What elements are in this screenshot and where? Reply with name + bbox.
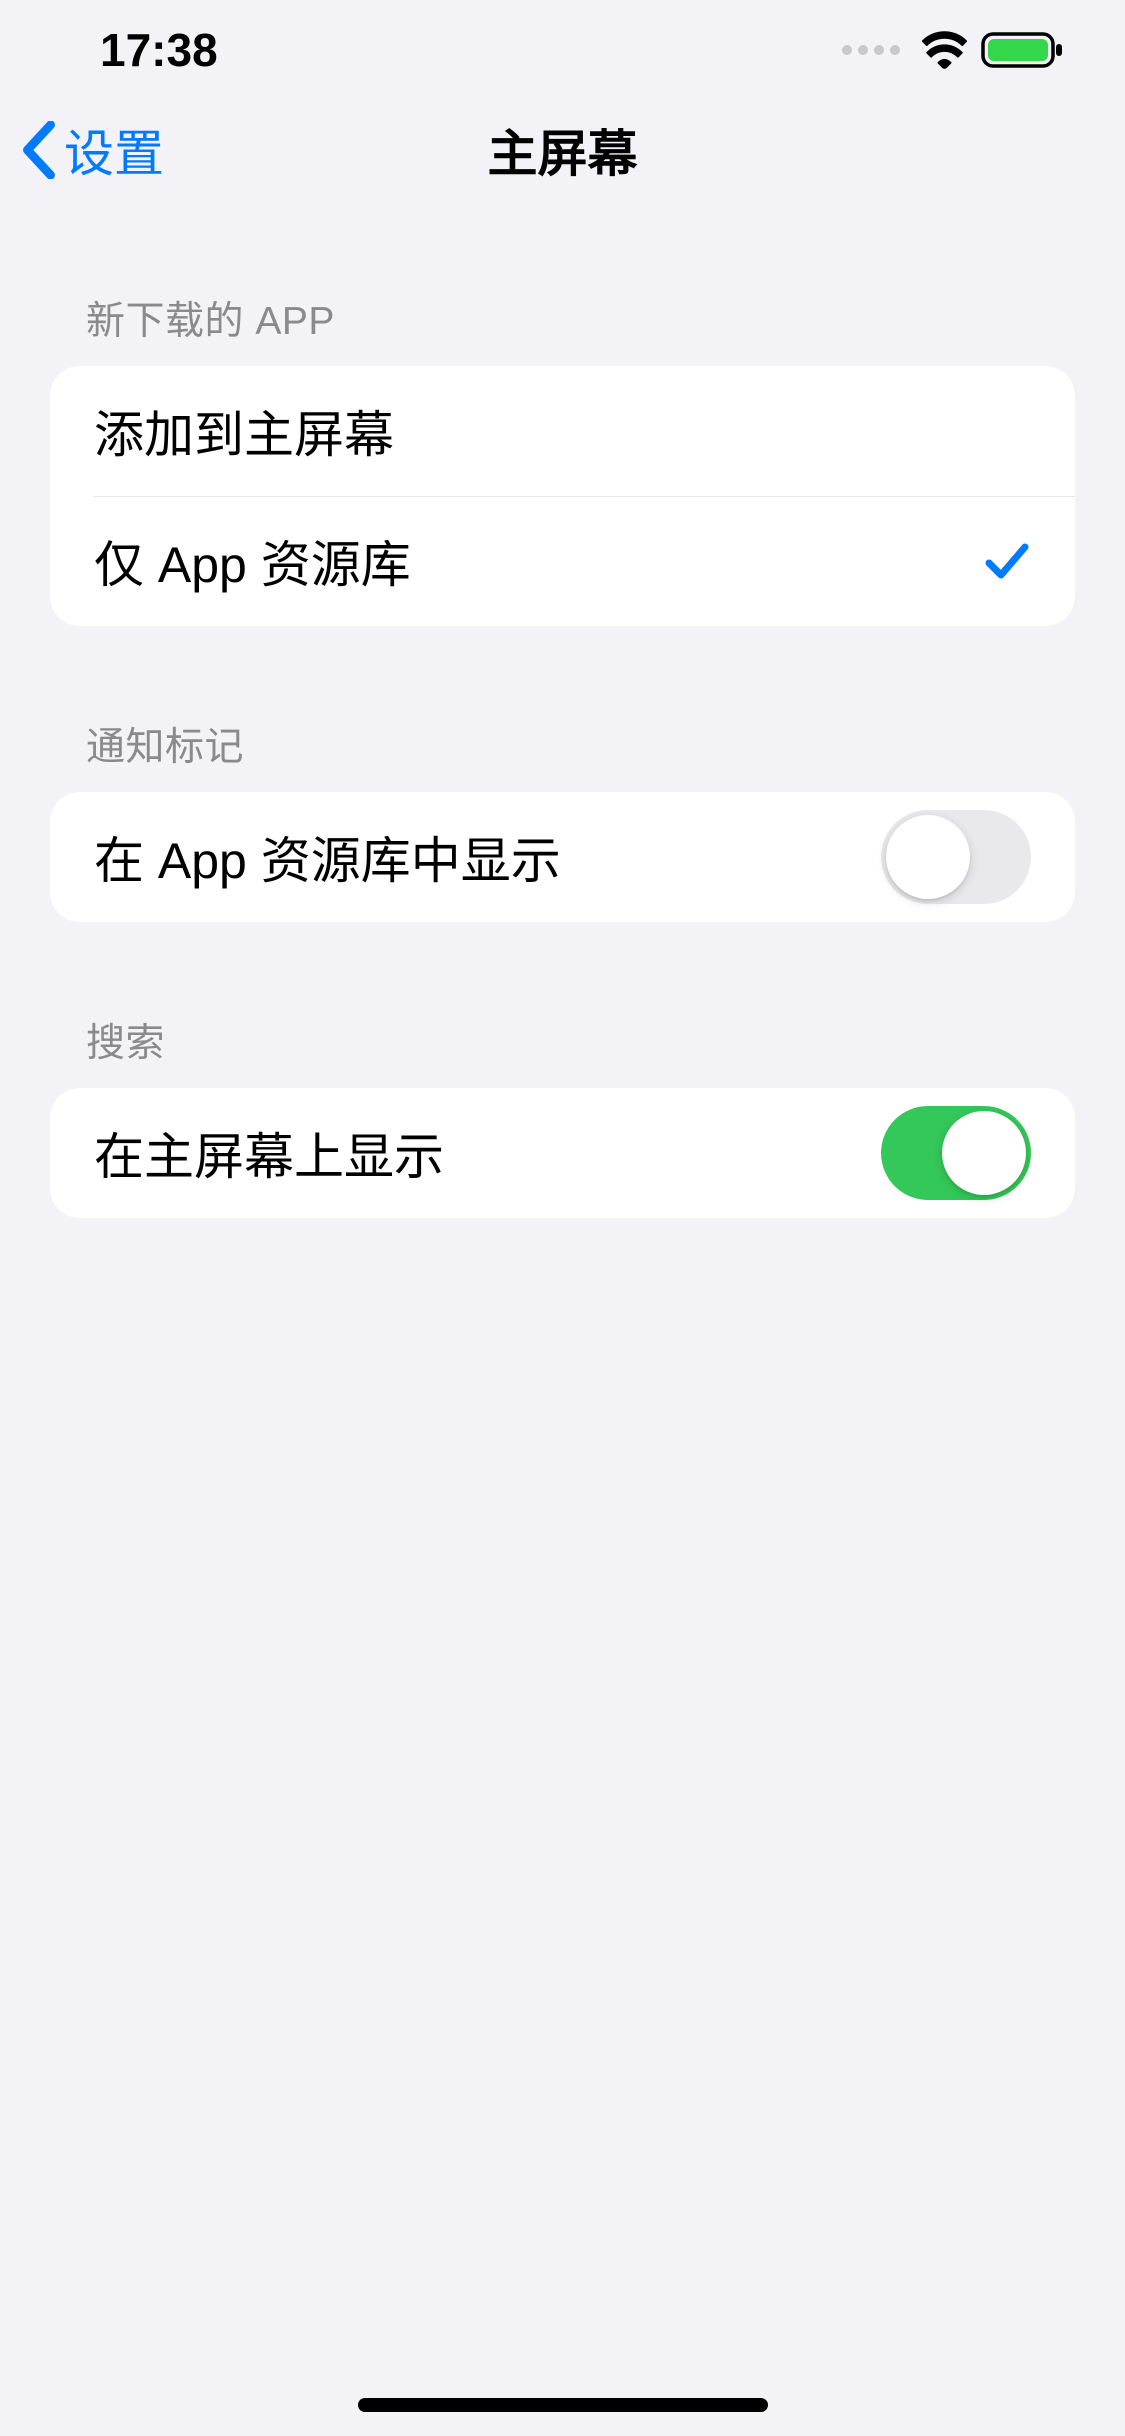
option-app-library-only[interactable]: 仅 App 资源库	[50, 496, 1075, 626]
option-label: 仅 App 资源库	[94, 525, 411, 597]
chevron-left-icon	[20, 121, 58, 179]
option-add-to-home[interactable]: 添加到主屏幕	[50, 366, 1075, 496]
nav-bar: 设置 主屏幕	[0, 100, 1125, 200]
back-button[interactable]: 设置	[20, 114, 164, 186]
page-title: 主屏幕	[488, 114, 638, 186]
home-indicator[interactable]	[358, 2398, 768, 2412]
group-badges: 在 App 资源库中显示	[50, 792, 1075, 922]
switch-show-in-app-library[interactable]	[881, 810, 1031, 904]
status-right	[842, 30, 1065, 70]
battery-icon	[981, 30, 1065, 70]
wifi-icon	[922, 30, 967, 70]
group-new-apps: 添加到主屏幕 仅 App 资源库	[50, 366, 1075, 626]
cellular-dots-icon	[842, 45, 900, 55]
group-search: 在主屏幕上显示	[50, 1088, 1075, 1218]
status-time: 17:38	[100, 23, 218, 77]
checkmark-icon	[983, 537, 1031, 585]
back-label: 设置	[64, 114, 164, 186]
status-bar: 17:38	[0, 0, 1125, 100]
row-show-on-home: 在主屏幕上显示	[50, 1088, 1075, 1218]
content: 新下载的 APP 添加到主屏幕 仅 App 资源库 通知标记 在 App 资源库…	[0, 200, 1125, 1218]
option-label: 添加到主屏幕	[94, 395, 394, 467]
section-header-badges: 通知标记	[50, 626, 1075, 792]
row-show-in-app-library: 在 App 资源库中显示	[50, 792, 1075, 922]
row-label: 在 App 资源库中显示	[94, 821, 561, 893]
section-header-search: 搜索	[50, 922, 1075, 1088]
switch-show-on-home[interactable]	[881, 1106, 1031, 1200]
section-header-new-apps: 新下载的 APP	[50, 200, 1075, 366]
row-label: 在主屏幕上显示	[94, 1117, 444, 1189]
